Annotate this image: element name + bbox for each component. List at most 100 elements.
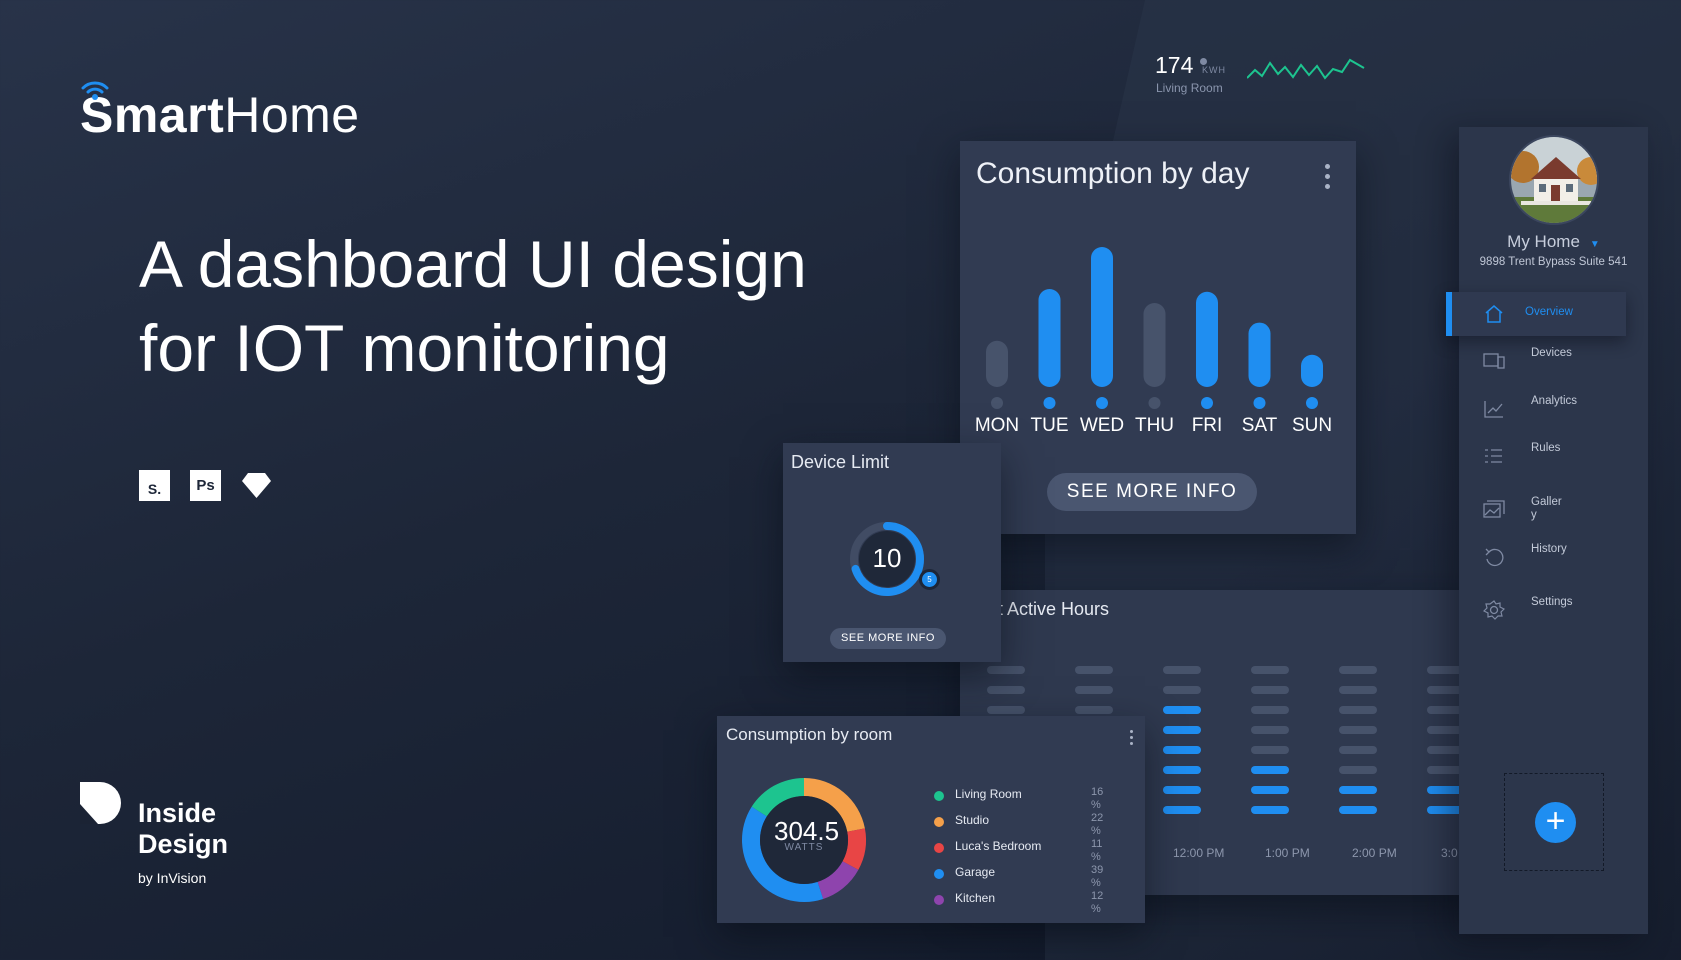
- hour-cell: [1251, 726, 1289, 734]
- legend-dot: [934, 817, 944, 827]
- nav-item-history[interactable]: History: [1459, 535, 1648, 579]
- hour-cell: [987, 666, 1025, 674]
- hour-cell: [1339, 666, 1377, 674]
- hour-cell: [1427, 766, 1460, 774]
- see-more-info-button[interactable]: SEE MORE INFO: [830, 628, 946, 649]
- legend-percent: 39%: [1091, 864, 1104, 889]
- card-title: Consumption by room: [726, 725, 893, 744]
- inside-design-title: Inside Design: [138, 798, 229, 859]
- hour-cell: [1251, 766, 1289, 774]
- consumption-by-day-card: Consumption by day MON TUE WED THU FRI SAT SUN…: [960, 141, 1356, 534]
- device-limit-badge: 5: [919, 569, 940, 590]
- day-bar: [1091, 247, 1113, 387]
- hour-cell: [1251, 666, 1289, 674]
- nav-label: Analytics: [1531, 395, 1578, 407]
- time-label: 2:00 PM: [1352, 846, 1397, 860]
- nav-item-rules[interactable]: Rules: [1459, 434, 1648, 478]
- card-title: Consumption by day: [976, 157, 1250, 190]
- hour-cell: [1427, 666, 1460, 674]
- legend-dot: [934, 843, 944, 853]
- room-total-unit: WATTS: [784, 842, 824, 853]
- day-bar: [1301, 354, 1323, 387]
- day-label: WED: [1080, 415, 1124, 436]
- home-address: 9898 Trent Bypass Suite 541: [1479, 256, 1628, 268]
- home-name-selector[interactable]: My Home ▼: [1459, 232, 1648, 252]
- consumption-by-room-card: Consumption by room 304.5 WATTS Living R…: [717, 716, 1145, 923]
- hour-cell: [1339, 806, 1377, 814]
- hour-cell: [1163, 806, 1201, 814]
- energy-dot: [1200, 58, 1207, 65]
- wifi-icon: [81, 81, 109, 100]
- time-label: 12:00 PM: [1173, 846, 1225, 860]
- home-name: My Home: [1507, 232, 1580, 251]
- brand-home: Home: [224, 87, 360, 143]
- legend-label: Studio: [955, 813, 990, 827]
- hour-cell: [987, 706, 1025, 714]
- energy-sparkline: [1247, 58, 1365, 80]
- plus-icon[interactable]: +: [1535, 802, 1576, 843]
- see-more-info-button[interactable]: SEE MORE INFO: [1047, 473, 1257, 511]
- legend-dot: [934, 869, 944, 879]
- hour-cell: [1251, 806, 1289, 814]
- nav-item-settings[interactable]: Settings: [1459, 588, 1648, 632]
- hour-cell: [1163, 726, 1201, 734]
- more-options-icon[interactable]: [1325, 164, 1330, 189]
- hour-cell: [1075, 666, 1113, 674]
- hour-cell: [1339, 686, 1377, 694]
- room-total: 304.5 WATTS: [735, 771, 873, 909]
- hour-cell: [1339, 786, 1377, 794]
- time-label: 1:00 PM: [1265, 846, 1310, 860]
- gallery-icon: [1483, 500, 1505, 518]
- hour-cell: [1251, 786, 1289, 794]
- sidebar: My Home ▼ 9898 Trent Bypass Suite 541 Ove…: [1446, 127, 1648, 934]
- home-icon: [1485, 305, 1503, 323]
- day-dot: [1148, 397, 1161, 409]
- hour-cell: [1251, 686, 1289, 694]
- legend-dot: [934, 791, 944, 801]
- chevron-down-icon: ▼: [1589, 239, 1600, 250]
- legend-item: Luca's Bedroom 11%: [934, 837, 1134, 863]
- nav-label: Overview: [1525, 306, 1573, 318]
- hour-cell: [1427, 806, 1460, 814]
- energy-widget: 174 KWH Living Room: [1155, 50, 1375, 100]
- nav-item-gallery[interactable]: Gallery: [1459, 488, 1648, 532]
- hour-cell: [1427, 786, 1460, 794]
- chart-icon: [1484, 401, 1503, 418]
- nav-item-devices[interactable]: Devices: [1459, 339, 1648, 383]
- legend-item: Living Room 16%: [934, 785, 1134, 811]
- add-device-zone[interactable]: +: [1504, 773, 1604, 871]
- diamond-icon: [242, 473, 271, 498]
- hour-cell: [1251, 706, 1289, 714]
- legend-label: Garage: [955, 865, 996, 879]
- gear-icon: [1483, 600, 1505, 620]
- day-bar: [1248, 322, 1271, 387]
- home-avatar[interactable]: [1509, 135, 1599, 225]
- device-limit-card: Device Limit 10 5 SEE MORE INFO: [783, 443, 1001, 662]
- day-label: FRI: [1192, 415, 1223, 436]
- day-label: SUN: [1292, 415, 1332, 436]
- hour-cell: [1427, 726, 1460, 734]
- nav-label: Gallery: [1531, 496, 1562, 521]
- house-photo: [1511, 137, 1597, 223]
- legend-percent: 22%: [1091, 812, 1104, 837]
- day-bar: [1143, 303, 1166, 387]
- day-dot: [991, 397, 1003, 409]
- brand-logo: SmartHome: [80, 78, 360, 144]
- energy-room: Living Room: [1156, 81, 1223, 95]
- nav-label: Settings: [1531, 596, 1573, 608]
- more-options-icon[interactable]: [1130, 730, 1133, 745]
- nav-label: Rules: [1531, 442, 1561, 454]
- nav-item-overview[interactable]: Overview: [1446, 292, 1626, 336]
- hour-cell: [1163, 786, 1201, 794]
- day-dot: [1043, 397, 1056, 409]
- hour-cell: [1339, 706, 1377, 714]
- device-limit-value: 10: [872, 543, 902, 573]
- legend-item: Studio 22%: [934, 811, 1134, 837]
- day-bar: [1196, 291, 1218, 387]
- sketch-logo: S.: [139, 470, 170, 501]
- nav-item-analytics[interactable]: Analytics: [1459, 387, 1648, 431]
- headline: A dashboard UI design for IOT monitoring: [139, 222, 899, 390]
- day-label: SAT: [1242, 415, 1278, 436]
- devices-icon: [1483, 353, 1505, 369]
- hour-cell: [1163, 666, 1201, 674]
